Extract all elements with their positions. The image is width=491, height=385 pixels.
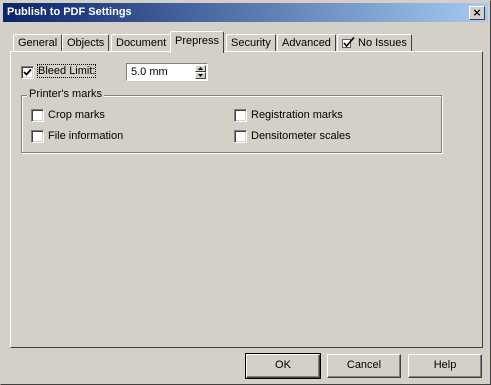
title-bar[interactable]: Publish to PDF Settings × (3, 3, 488, 22)
spin-up-button[interactable] (195, 65, 206, 72)
cancel-button[interactable]: Cancel (327, 354, 401, 378)
arrow-down-icon (198, 74, 203, 77)
tab-general[interactable]: General (13, 34, 63, 51)
file-information-checkbox[interactable] (31, 130, 44, 143)
tab-no-issues[interactable]: No Issues (337, 34, 412, 51)
tab-objects[interactable]: Objects (62, 34, 110, 51)
bleed-limit-label[interactable]: Bleed Limit: (36, 64, 97, 78)
window-title: Publish to PDF Settings (7, 6, 132, 18)
crop-marks-checkbox[interactable] (31, 109, 44, 122)
dialog-window: Publish to PDF Settings × General Object… (0, 0, 491, 385)
printers-marks-group (21, 95, 442, 153)
registration-marks-checkbox[interactable] (234, 109, 247, 122)
densitometer-scales-label[interactable]: Densitometer scales (251, 130, 351, 142)
bleed-limit-spinner[interactable]: 5.0 mm (126, 63, 208, 81)
checkmark-icon (23, 68, 32, 76)
ok-button[interactable]: OK (245, 353, 321, 379)
bleed-limit-value[interactable]: 5.0 mm (131, 66, 168, 78)
check-issues-icon (342, 36, 355, 48)
densitometer-scales-checkbox[interactable] (234, 130, 247, 143)
spin-down-button[interactable] (195, 72, 206, 79)
tab-document[interactable]: Document (111, 34, 172, 51)
tab-security[interactable]: Security (226, 34, 276, 51)
tab-prepress[interactable]: Prepress (170, 31, 225, 53)
help-button[interactable]: Help (408, 354, 482, 378)
tab-advanced[interactable]: Advanced (277, 34, 336, 51)
file-information-label[interactable]: File information (48, 130, 123, 142)
close-button[interactable]: × (469, 6, 485, 20)
arrow-up-icon (198, 67, 203, 70)
bleed-limit-checkbox[interactable] (21, 66, 34, 79)
crop-marks-label[interactable]: Crop marks (48, 109, 105, 121)
printers-marks-title: Printer's marks (27, 88, 104, 100)
registration-marks-label[interactable]: Registration marks (251, 109, 343, 121)
